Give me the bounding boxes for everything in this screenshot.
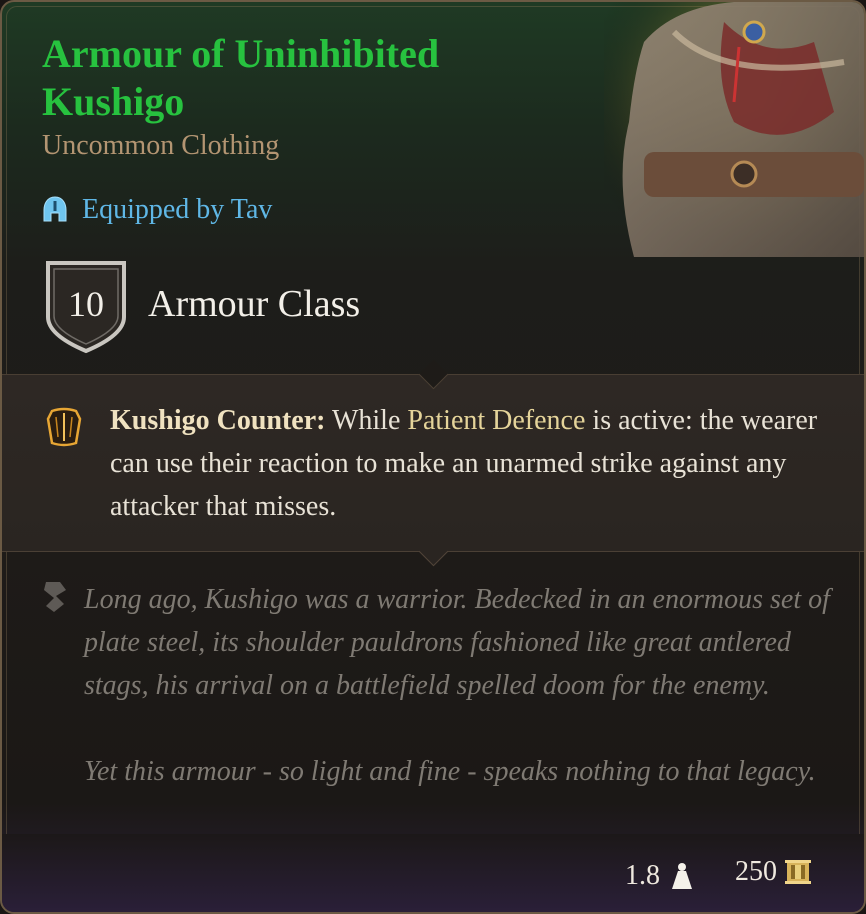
weight-icon: [672, 863, 692, 889]
weight-value: 1.8: [625, 860, 660, 891]
item-title: Armour of Uninhibited Kushigo: [42, 31, 440, 124]
armour-class-value: 10: [68, 284, 104, 324]
armour-passive-icon: [46, 407, 82, 447]
lore-paragraph-2: Yet this armour - so light and fine - sp…: [84, 756, 816, 787]
tooltip-footer: 1.8 250: [2, 834, 864, 912]
armour-class-row: 10 Armour Class: [42, 257, 360, 355]
helmet-icon: [43, 196, 67, 222]
passive-link-patient-defence[interactable]: Patient Defence: [407, 405, 585, 436]
item-value: 250: [735, 856, 811, 888]
passive-description: Kushigo Counter: While Patient Defence i…: [110, 399, 830, 528]
lore-paragraph-1: Long ago, Kushigo was a warrior. Bedecke…: [84, 584, 830, 701]
passive-section: Kushigo Counter: While Patient Defence i…: [2, 359, 864, 567]
equipped-label: Equipped by Tav: [82, 194, 273, 225]
item-portrait: [604, 2, 864, 257]
gold-coin-icon: [785, 860, 811, 884]
item-rarity-type: Uncommon Clothing: [42, 130, 280, 161]
armour-class-label: Armour Class: [148, 283, 361, 325]
divider-notch: [418, 536, 449, 567]
equipped-status: Equipped by Tav: [40, 194, 272, 226]
item-tooltip: Armour of Uninhibited Kushigo Uncommon C…: [0, 0, 866, 914]
passive-text-before: While: [325, 405, 408, 436]
passive-name: Kushigo Counter:: [110, 405, 326, 436]
armour-class-badge: 10: [42, 257, 130, 355]
scroll-icon: [44, 582, 66, 612]
divider-notch: [418, 359, 449, 390]
item-weight: 1.8: [625, 860, 694, 892]
gold-value: 250: [735, 856, 777, 887]
lore-text: Long ago, Kushigo was a warrior. Bedecke…: [84, 578, 834, 793]
